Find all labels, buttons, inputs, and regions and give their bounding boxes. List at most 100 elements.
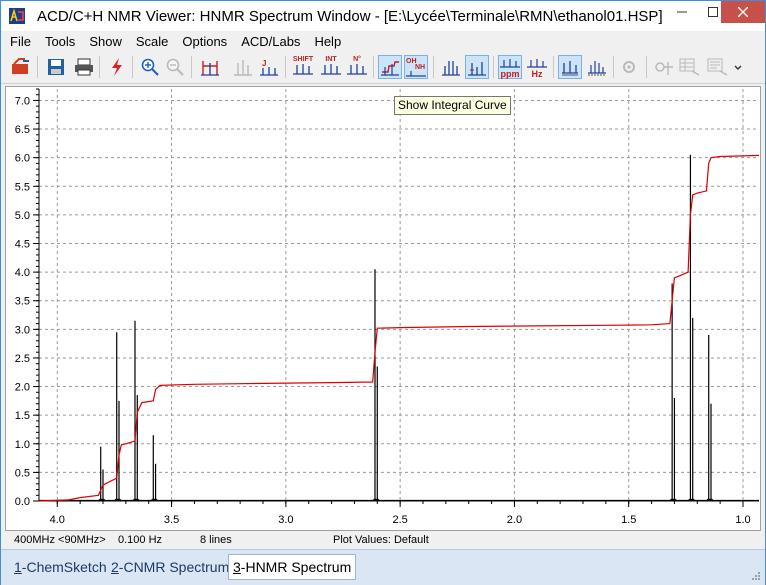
assign-button[interactable] bbox=[652, 55, 676, 79]
int-peaks-icon bbox=[321, 64, 341, 75]
y-tick-label: 1.5 bbox=[15, 410, 30, 422]
peak-pick-icon bbox=[234, 60, 252, 76]
y-tick-label: 2.0 bbox=[15, 382, 30, 394]
save-icon bbox=[48, 59, 64, 75]
process-button[interactable] bbox=[105, 55, 129, 79]
x-tick-label: 3.5 bbox=[164, 514, 179, 526]
y-tick-label: 0.5 bbox=[15, 467, 30, 479]
title-bar: ACD/C+H NMR Viewer: HNMR Spectrum Window… bbox=[1, 1, 765, 31]
report-button[interactable] bbox=[706, 55, 730, 79]
axis-scale-icon bbox=[562, 61, 578, 76]
menu-scale[interactable]: Scale bbox=[136, 34, 169, 49]
axis-ticks-icon bbox=[588, 61, 606, 76]
spectrum-chart[interactable]: 0.0 0.5 1.0 1.5 2.0 2.5 3.0 3.5 4.0 4.5 5.0 5.5 6.0 6… bbox=[6, 87, 760, 530]
oh-nh-icon bbox=[406, 71, 426, 77]
close-icon bbox=[738, 7, 748, 17]
gear-icon bbox=[623, 61, 635, 73]
axis-ticks-button[interactable] bbox=[585, 55, 609, 79]
zoom-in-icon bbox=[141, 58, 159, 76]
tab-number: 2 bbox=[111, 559, 119, 575]
ppm-units-button[interactable]: ppm bbox=[498, 55, 522, 79]
acd-app-icon[interactable] bbox=[9, 8, 25, 24]
svg-text:J: J bbox=[262, 59, 266, 68]
tab-hnmr-spectrum[interactable]: 3 -HNMR Spectrum bbox=[228, 554, 357, 580]
axis-scale-button[interactable] bbox=[558, 55, 582, 79]
multiplet-bars-icon bbox=[468, 62, 486, 76]
maximize-icon bbox=[707, 7, 718, 17]
table-button[interactable] bbox=[678, 55, 702, 79]
table-icon bbox=[679, 58, 700, 76]
y-tick-label: 6.0 bbox=[15, 153, 30, 165]
menu-tools[interactable]: Tools bbox=[45, 34, 75, 49]
x-tick-label: 4.0 bbox=[50, 514, 65, 526]
tab-number: 3 bbox=[233, 559, 241, 575]
show-integral-curve-button[interactable] bbox=[378, 55, 402, 79]
lightning-icon bbox=[112, 58, 122, 76]
tab-label: -HNMR Spectrum bbox=[240, 559, 352, 575]
multiplet-active-button[interactable] bbox=[465, 55, 489, 79]
window-title: ACD/C+H NMR Viewer: HNMR Spectrum Window… bbox=[37, 7, 663, 25]
coupling-constant-button[interactable]: J bbox=[257, 55, 281, 79]
menu-file[interactable]: File bbox=[10, 34, 31, 49]
peak-pick-button[interactable] bbox=[231, 55, 255, 79]
multiplet-button[interactable] bbox=[439, 55, 463, 79]
close-button[interactable] bbox=[721, 1, 765, 23]
y-tick-label: 0.0 bbox=[15, 496, 30, 508]
y-tick-label: 7.0 bbox=[15, 95, 30, 107]
proton-peaks-icon bbox=[347, 64, 367, 75]
printer-icon bbox=[75, 58, 93, 76]
y-tick-label: 5.5 bbox=[15, 181, 30, 193]
y-tick-label: 2.5 bbox=[15, 353, 30, 365]
y-tick-label: 1.0 bbox=[15, 439, 30, 451]
zoom-in-button[interactable] bbox=[138, 55, 162, 79]
open-folder-icon bbox=[12, 58, 29, 74]
shift-peaks-icon bbox=[293, 64, 313, 75]
tab-cnmr-spectrum[interactable]: 2 -CNMR Spectrum bbox=[107, 554, 233, 580]
toolbar-overflow-button[interactable] bbox=[731, 55, 745, 79]
x-tick-label: 2.0 bbox=[507, 514, 522, 526]
assign-structure-icon bbox=[655, 62, 673, 75]
x-tick-label: 2.5 bbox=[392, 514, 407, 526]
shift-labels-button[interactable]: SHIFT bbox=[291, 55, 315, 79]
tooltip: Show Integral Curve bbox=[394, 96, 511, 115]
document-tabs: 1 -ChemSketch 2 -CNMR Spectrum 3 -HNMR Spectr… bbox=[1, 549, 765, 585]
settings-button[interactable] bbox=[618, 55, 642, 79]
y-tick-label: 4.0 bbox=[15, 267, 30, 279]
hz-label: Hz bbox=[531, 68, 543, 79]
chevron-down-icon bbox=[734, 65, 742, 70]
menu-acdlabs[interactable]: ACD/Labs bbox=[241, 34, 300, 49]
menu-options[interactable]: Options bbox=[182, 34, 227, 49]
zoom-out-icon bbox=[166, 58, 184, 76]
menu-help[interactable]: Help bbox=[314, 34, 341, 49]
oh-nh-button[interactable]: OH NH bbox=[404, 55, 428, 79]
hz-units-button[interactable]: Hz bbox=[525, 55, 549, 79]
y-tick-label: 3.5 bbox=[15, 296, 30, 308]
tab-chemsketch[interactable]: 1 -ChemSketch bbox=[10, 554, 111, 580]
menu-bar: File Tools Show Scale Options ACD/Labs Help bbox=[1, 31, 765, 51]
save-button[interactable] bbox=[44, 55, 68, 79]
y-tick-label: 6.5 bbox=[15, 124, 30, 136]
tab-number: 1 bbox=[14, 559, 22, 575]
int-label: INT bbox=[325, 56, 337, 63]
status-plot-values: Plot Values: Default bbox=[333, 534, 429, 546]
y-tick-label: 5.0 bbox=[15, 210, 30, 222]
resize-grip[interactable] bbox=[751, 570, 761, 580]
tab-label: -ChemSketch bbox=[21, 559, 107, 575]
menu-show[interactable]: Show bbox=[89, 34, 122, 49]
integral-labels-button[interactable]: INT bbox=[319, 55, 343, 79]
proton-number-button[interactable]: N° bbox=[345, 55, 369, 79]
open-file-button[interactable] bbox=[9, 55, 33, 79]
app-window: ACD/C+H NMR Viewer: HNMR Spectrum Window… bbox=[0, 0, 766, 585]
multiplet-icon bbox=[442, 61, 460, 76]
zoom-out-button[interactable] bbox=[163, 55, 187, 79]
tab-label: -CNMR Spectrum bbox=[118, 559, 230, 575]
spectrum-plot[interactable]: 0.0 0.5 1.0 1.5 2.0 2.5 3.0 3.5 4.0 4.5 5.0 5.5 6.0 6… bbox=[5, 86, 761, 531]
resize-grip-icon bbox=[752, 572, 760, 580]
x-tick-label: 1.5 bbox=[621, 514, 636, 526]
shift-label: SHIFT bbox=[292, 56, 314, 63]
y-tick-label: 4.5 bbox=[15, 239, 30, 251]
expand-spectrum-button[interactable] bbox=[198, 55, 222, 79]
print-button[interactable] bbox=[72, 55, 96, 79]
integral-curve-icon bbox=[381, 61, 399, 76]
report-icon bbox=[707, 58, 728, 76]
